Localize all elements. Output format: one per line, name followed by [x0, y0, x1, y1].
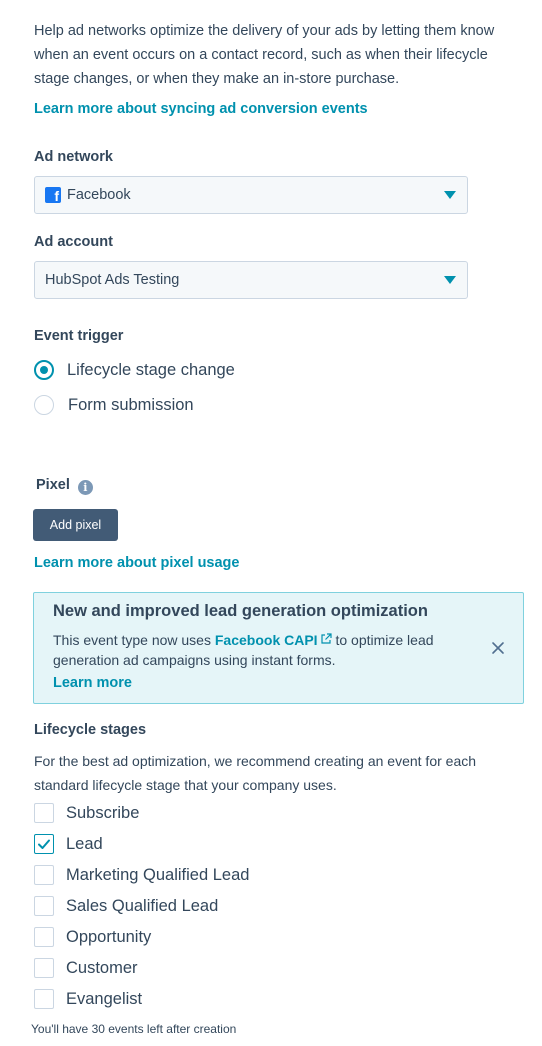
radio-button-checked[interactable] — [34, 360, 54, 380]
chevron-down-icon — [444, 276, 456, 284]
info-icon[interactable]: i — [77, 480, 93, 495]
callout-body: This event type now uses Facebook CAPI t… — [53, 630, 443, 670]
ad-network-value: Facebook — [67, 187, 131, 203]
radio-button[interactable] — [34, 395, 54, 415]
add-pixel-button[interactable]: Add pixel — [33, 509, 118, 541]
checkbox-label: Subscribe — [66, 803, 140, 822]
checkbox-label: Lead — [66, 834, 103, 853]
facebook-capi-label: Facebook CAPI — [214, 632, 318, 648]
checkbox-row-customer[interactable]: Customer — [34, 957, 138, 979]
checkbox-label: Marketing Qualified Lead — [66, 865, 250, 884]
pixel-label: Pixel — [36, 477, 70, 493]
callout-body-text: This event type now uses — [53, 632, 215, 648]
ad-account-value: HubSpot Ads Testing — [45, 272, 180, 288]
checkbox-checked[interactable] — [34, 834, 54, 854]
ad-network-select[interactable]: f Facebook — [34, 176, 468, 214]
radio-label: Form submission — [68, 395, 194, 414]
external-link-icon — [320, 633, 332, 644]
events-left-note: You'll have 30 events left after creatio… — [31, 1022, 237, 1036]
ad-account-select[interactable]: HubSpot Ads Testing — [34, 261, 468, 299]
facebook-capi-link[interactable]: Facebook CAPI — [215, 632, 332, 648]
checkbox-label: Opportunity — [66, 927, 152, 946]
pixel-label-group: Pixel i — [36, 477, 93, 495]
checkbox[interactable] — [34, 927, 54, 947]
checkbox-row-mql[interactable]: Marketing Qualified Lead — [34, 864, 249, 886]
radio-form-submission[interactable]: Form submission — [34, 393, 194, 417]
callout-learn-more-link[interactable]: Learn more — [53, 675, 132, 691]
learn-more-pixel-link[interactable]: Learn more about pixel usage — [34, 555, 239, 571]
checkbox[interactable] — [34, 958, 54, 978]
radio-label: Lifecycle stage change — [67, 360, 235, 379]
close-icon[interactable] — [491, 641, 505, 655]
checkbox[interactable] — [34, 803, 54, 823]
intro-text: Help ad networks optimize the delivery o… — [34, 23, 495, 87]
radio-lifecycle-stage-change[interactable]: Lifecycle stage change — [34, 358, 235, 382]
checkbox-row-sql[interactable]: Sales Qualified Lead — [34, 895, 218, 917]
learn-more-syncing-link[interactable]: Learn more about syncing ad conversion e… — [34, 101, 368, 117]
checkbox-row-evangelist[interactable]: Evangelist — [34, 988, 142, 1010]
checkbox[interactable] — [34, 896, 54, 916]
checkbox[interactable] — [34, 865, 54, 885]
checkbox[interactable] — [34, 989, 54, 1009]
checkbox-label: Customer — [66, 958, 138, 977]
callout-title: New and improved lead generation optimiz… — [53, 602, 428, 620]
checkbox-label: Evangelist — [66, 989, 143, 1008]
checkbox-row-subscribe[interactable]: Subscribe — [34, 802, 139, 824]
lead-gen-callout: New and improved lead generation optimiz… — [33, 592, 524, 704]
event-trigger-label: Event trigger — [34, 328, 124, 344]
lifecycle-description: For the best ad optimization, we recomme… — [34, 753, 477, 793]
ad-account-label: Ad account — [34, 234, 113, 250]
checkbox-label: Sales Qualified Lead — [66, 896, 219, 915]
checkbox-row-lead[interactable]: Lead — [34, 833, 103, 855]
checkmark-icon — [38, 839, 50, 849]
facebook-icon: f — [45, 187, 61, 203]
chevron-down-icon — [444, 191, 456, 199]
lifecycle-stages-label: Lifecycle stages — [34, 722, 147, 738]
ad-network-label: Ad network — [34, 149, 113, 165]
checkbox-row-opportunity[interactable]: Opportunity — [34, 926, 151, 948]
